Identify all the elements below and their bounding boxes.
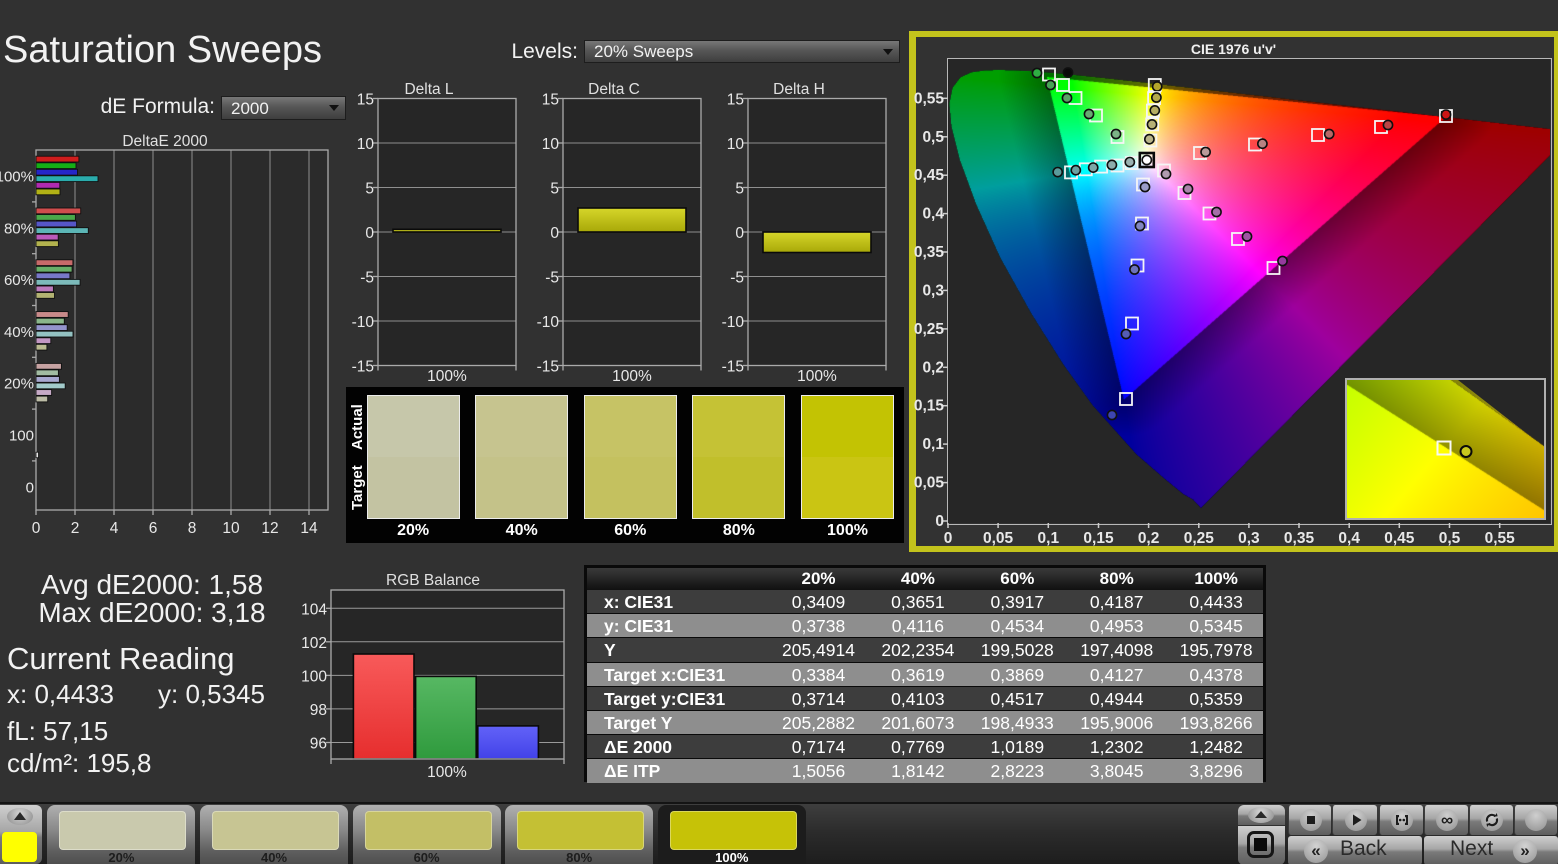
svg-text:0,15: 0,15 [914,398,945,415]
svg-text:∞: ∞ [1441,811,1453,830]
svg-text:0,55: 0,55 [1485,530,1516,547]
svg-text:100%: 100% [427,764,467,781]
svg-text:0,2: 0,2 [1138,530,1160,547]
svg-text:0,4: 0,4 [922,206,944,223]
svg-text:96: 96 [310,736,327,753]
svg-text:-10: -10 [722,314,745,331]
svg-text:0,55: 0,55 [914,90,945,107]
svg-text:40%: 40% [4,324,34,341]
svg-text:98: 98 [310,702,327,719]
svg-text:0: 0 [32,520,41,537]
svg-text:0,45: 0,45 [914,167,945,184]
svg-text:10: 10 [222,520,240,537]
svg-text:0,35: 0,35 [1284,530,1315,547]
svg-text:5: 5 [550,181,559,198]
svg-text:12: 12 [261,520,278,537]
svg-text:5: 5 [365,181,374,198]
svg-text:80%: 80% [4,220,34,237]
svg-text:100%: 100% [427,368,467,385]
svg-text:5: 5 [735,181,744,198]
svg-text:Delta H: Delta H [773,81,825,98]
svg-text:100: 100 [301,668,327,685]
svg-text:100%: 100% [797,368,837,385]
svg-text:102: 102 [301,635,327,652]
svg-text:0,05: 0,05 [983,530,1014,547]
svg-text:8: 8 [188,520,197,537]
svg-text:4: 4 [110,520,119,537]
svg-text:0: 0 [550,225,559,242]
svg-text:0: 0 [944,530,953,547]
svg-text:0,3: 0,3 [1238,530,1260,547]
svg-text:DeltaE 2000: DeltaE 2000 [122,133,208,150]
svg-text:0,05: 0,05 [914,475,945,492]
svg-text:100%: 100% [0,169,34,186]
svg-text:0,35: 0,35 [914,244,945,261]
svg-text:0: 0 [26,479,34,496]
svg-text:-5: -5 [545,270,559,287]
svg-text:10: 10 [357,136,375,153]
svg-text:0,2: 0,2 [922,359,944,376]
svg-text:20%: 20% [4,376,34,393]
svg-text:15: 15 [727,92,744,109]
svg-text:2: 2 [71,520,80,537]
svg-text:0,5: 0,5 [922,129,944,146]
svg-text:6: 6 [149,520,158,537]
svg-text:10: 10 [727,136,745,153]
svg-text:-5: -5 [730,270,744,287]
svg-text:15: 15 [542,92,559,109]
svg-text:0,45: 0,45 [1384,530,1415,547]
svg-text:RGB Balance: RGB Balance [386,572,480,589]
svg-text:14: 14 [300,520,318,537]
svg-text:15: 15 [357,92,374,109]
svg-text:-15: -15 [537,359,559,376]
svg-text:100: 100 [9,428,34,445]
svg-text:0,1: 0,1 [922,436,944,453]
svg-text:-10: -10 [352,314,375,331]
svg-text:60%: 60% [4,272,34,289]
svg-text:104: 104 [301,601,327,618]
svg-text:0,25: 0,25 [1184,530,1215,547]
svg-text:Delta C: Delta C [588,81,640,98]
svg-text:0,5: 0,5 [1439,530,1461,547]
svg-text:Delta L: Delta L [404,81,453,98]
svg-text:10: 10 [542,136,560,153]
svg-text:0,3: 0,3 [922,282,944,299]
svg-text:0: 0 [365,225,374,242]
svg-text:0: 0 [935,513,944,530]
svg-text:0: 0 [735,225,744,242]
svg-text:0,25: 0,25 [914,321,945,338]
svg-text:-15: -15 [722,359,744,376]
svg-text:0,4: 0,4 [1338,530,1360,547]
svg-text:-15: -15 [352,359,374,376]
svg-text:100%: 100% [612,368,652,385]
svg-text:-5: -5 [360,270,374,287]
svg-text:-10: -10 [537,314,560,331]
svg-text:0,1: 0,1 [1038,530,1060,547]
svg-text:0,15: 0,15 [1083,530,1114,547]
